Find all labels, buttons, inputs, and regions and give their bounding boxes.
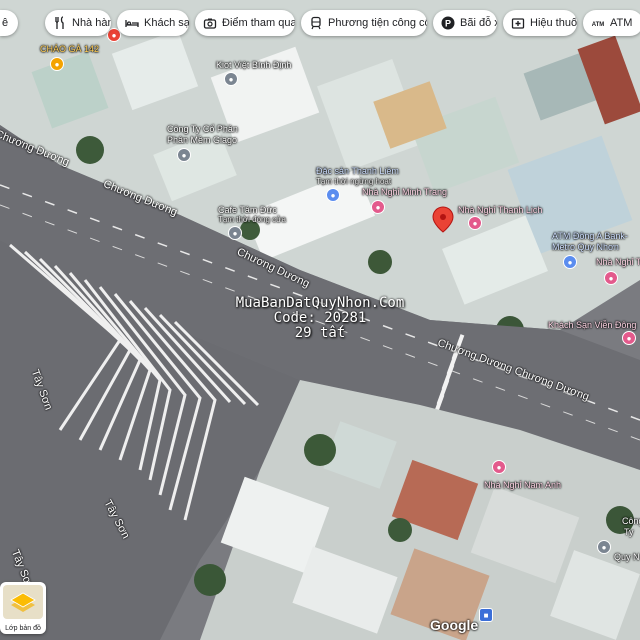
pharmacy-icon bbox=[511, 18, 525, 29]
svg-text:P: P bbox=[445, 19, 451, 29]
watermark-line: Code: 20281 bbox=[273, 310, 367, 326]
chip-hotels[interactable]: Khách sạn bbox=[117, 10, 189, 36]
chip-parking[interactable]: P Bãi đỗ xe bbox=[433, 10, 497, 36]
chip-label: Nhà hàng bbox=[72, 17, 111, 29]
poi-cong-bottom-line2: Ty bbox=[624, 527, 634, 537]
chip-label: Phương tiện công cộ... bbox=[328, 17, 427, 29]
hotel-pin-icon[interactable]: ● bbox=[492, 460, 506, 474]
poi-nha-nghi-thanh-lich[interactable]: Nhà Nghỉ Thanh Lịch bbox=[458, 205, 542, 215]
shop-bag-pin-icon[interactable]: ● bbox=[326, 188, 340, 202]
shop-pin-icon[interactable]: ● bbox=[224, 72, 238, 86]
svg-text:ATM: ATM bbox=[592, 22, 605, 28]
chip-label: Hiệu thuốc bbox=[530, 17, 577, 29]
layer-thumbnail bbox=[3, 585, 43, 619]
poi-nha-nghi-right[interactable]: Nhà Nghỉ T bbox=[596, 257, 640, 267]
map-layers-button[interactable]: Lớp bản đồ bbox=[0, 582, 46, 634]
poi-atm[interactable]: ATM Đông A Bank- bbox=[552, 231, 628, 241]
satellite-map[interactable]: ● ● ● ● ● ● ● ● ● ● ● ● ● ■ CHÁO GÀ 142 … bbox=[0, 0, 640, 640]
hotel-pin-icon[interactable]: ● bbox=[371, 200, 385, 214]
chip-atm[interactable]: ATM ATM bbox=[583, 10, 640, 36]
restaurant-pin-icon[interactable]: ● bbox=[50, 57, 64, 71]
poi-cong-bottom-line3: Quy N bbox=[614, 552, 640, 562]
watermark-text: MuaBanDatQuyNhon.Com Code: 20281 29 tất bbox=[200, 296, 440, 341]
chip-scroll-left[interactable]: ê bbox=[0, 10, 18, 36]
poi-cafe-status: Tạm thời đóng cửa bbox=[218, 215, 286, 224]
company-pin-icon[interactable]: ● bbox=[597, 540, 611, 554]
chip-label: Điểm tham quan bbox=[222, 17, 295, 29]
poi-atm-line2: Metro Quy Nhơn bbox=[552, 242, 619, 252]
poi-kiot[interactable]: Kiot Việt Bình Định bbox=[216, 60, 291, 70]
google-logo: Google bbox=[430, 617, 479, 633]
poi-dac-san-status: Tạm thời ngừng hoạt bbox=[316, 177, 392, 186]
parking-icon: P bbox=[441, 16, 455, 30]
category-chips-bar: ê Nhà hàng Khách sạn Điểm tham quan Phươ… bbox=[0, 10, 640, 38]
company-pin-icon[interactable]: ● bbox=[177, 148, 191, 162]
hotel-pin-icon[interactable]: ● bbox=[468, 216, 482, 230]
chip-transit[interactable]: Phương tiện công cộ... bbox=[301, 10, 427, 36]
chip-label: ATM bbox=[610, 17, 633, 29]
poi-chao-ga[interactable]: CHÁO GÀ 142 bbox=[40, 44, 99, 54]
poi-nha-nghi-minh-trang[interactable]: Nhà Nghỉ Minh Trang bbox=[362, 187, 447, 197]
hotel-icon bbox=[125, 20, 139, 27]
poi-dac-san[interactable]: Đặc sản Thanh Liêm bbox=[316, 166, 399, 176]
chip-restaurants[interactable]: Nhà hàng bbox=[45, 10, 111, 36]
layers-icon bbox=[10, 592, 36, 612]
watermark-line: 29 tất bbox=[294, 325, 346, 341]
chip-pharmacy[interactable]: Hiệu thuốc bbox=[503, 10, 577, 36]
poi-cafe[interactable]: Cafe Tâm Đức bbox=[218, 205, 277, 215]
watermark-line: MuaBanDatQuyNhon.Com bbox=[235, 295, 405, 311]
hotel-pin-icon[interactable]: ● bbox=[604, 271, 618, 285]
hotel-pin-icon[interactable]: ● bbox=[622, 331, 636, 345]
bus-stop-icon[interactable]: ■ bbox=[479, 608, 493, 622]
poi-cong-bottom[interactable]: Công bbox=[622, 516, 640, 526]
transit-icon bbox=[311, 16, 321, 30]
poi-cong-ty-line2: Phân Mềm Giago bbox=[167, 135, 238, 145]
poi-nha-nghi-nam-anh[interactable]: Nhà Nghỉ Nam Anh bbox=[484, 480, 561, 490]
camera-icon bbox=[203, 18, 217, 29]
restaurant-icon bbox=[55, 16, 64, 29]
poi-cong-ty[interactable]: Công Ty Cổ Phần bbox=[167, 124, 238, 134]
chip-label: Bãi đỗ xe bbox=[460, 17, 497, 29]
cafe-pin-icon[interactable]: ● bbox=[228, 226, 242, 240]
poi-khach-san[interactable]: Khách Sạn Viễn Đông bbox=[548, 320, 636, 330]
atm-icon: ATM bbox=[592, 22, 605, 28]
chip-label: ê bbox=[2, 17, 9, 29]
atm-pin-icon[interactable]: ● bbox=[563, 255, 577, 269]
layer-label: Lớp bản đồ bbox=[5, 625, 41, 632]
chip-attractions[interactable]: Điểm tham quan bbox=[195, 10, 295, 36]
chip-label: Khách sạn bbox=[144, 17, 189, 29]
